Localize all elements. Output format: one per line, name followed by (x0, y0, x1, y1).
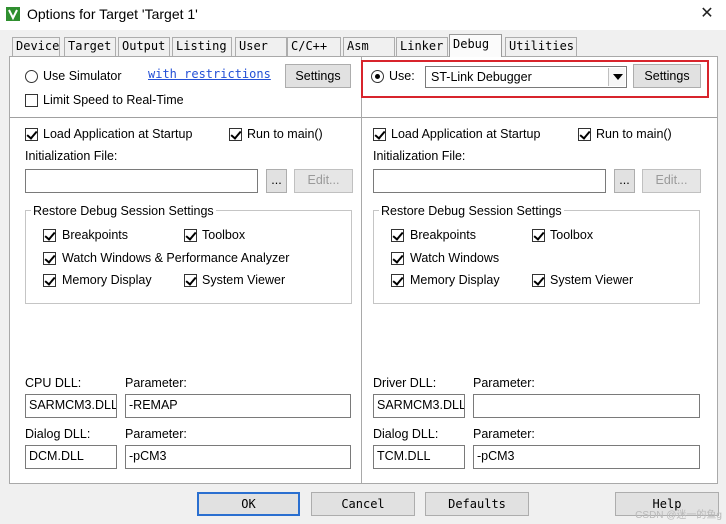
left-init-file-input[interactable] (25, 169, 258, 193)
driver-dll-label: Driver DLL: (373, 376, 437, 390)
right-dialog-param-input[interactable]: -pCM3 (473, 445, 700, 469)
cpu-param-input[interactable]: -REMAP (125, 394, 351, 418)
cpu-dll-input[interactable]: SARMCM3.DLL (25, 394, 117, 418)
use-simulator-radio[interactable] (25, 70, 38, 83)
driver-param-input[interactable] (473, 394, 700, 418)
tab-c-cpp[interactable]: C/C++ (287, 37, 341, 56)
left-run-to-main-label: Run to main() (247, 127, 323, 141)
right-run-to-main-label: Run to main() (596, 127, 672, 141)
tab-user[interactable]: User (235, 37, 287, 56)
right-toolbox-checkbox[interactable] (532, 229, 545, 242)
left-toolbox-label: Toolbox (202, 228, 246, 242)
right-load-app-checkbox[interactable] (373, 128, 386, 141)
right-system-viewer-label: System Viewer (550, 273, 634, 287)
tab-listing[interactable]: Listing (172, 37, 232, 56)
tab-linker[interactable]: Linker (396, 37, 448, 56)
left-watch-windows-checkbox[interactable] (43, 252, 56, 265)
driver-dll-input[interactable]: SARMCM3.DLL (373, 394, 465, 418)
with-restrictions-link[interactable]: with restrictions (148, 67, 271, 81)
right-memory-display-label: Memory Display (410, 273, 500, 287)
right-init-file-input[interactable] (373, 169, 606, 193)
right-toolbox-label: Toolbox (550, 228, 594, 242)
cpu-param-label: Parameter: (125, 376, 187, 390)
right-init-browse-button[interactable]: ... (614, 169, 635, 193)
right-run-to-main-checkbox[interactable] (578, 128, 591, 141)
simulator-settings-button[interactable]: Settings (285, 64, 351, 88)
watermark: CSDN @迷一的鱼g (635, 510, 722, 521)
limit-speed-label: Limit Speed to Real-Time (43, 93, 184, 107)
left-init-edit-button[interactable]: Edit... (294, 169, 353, 193)
right-memory-display-checkbox[interactable] (391, 274, 404, 287)
close-icon[interactable]: ✕ (694, 2, 720, 26)
left-load-app-checkbox[interactable] (25, 128, 38, 141)
cancel-button[interactable]: Cancel (311, 492, 415, 516)
right-dialog-param-label: Parameter: (473, 427, 535, 441)
left-memory-display-label: Memory Display (62, 273, 152, 287)
left-dialog-dll-label: Dialog DLL: (25, 427, 91, 441)
limit-speed-checkbox[interactable] (25, 94, 38, 107)
left-system-viewer-checkbox[interactable] (184, 274, 197, 287)
tab-output[interactable]: Output (118, 37, 170, 56)
left-restore-group-label: Restore Debug Session Settings (31, 204, 216, 218)
left-separator-highlight (10, 118, 361, 119)
right-dialog-dll-label: Dialog DLL: (373, 427, 439, 441)
right-separator-highlight (362, 118, 717, 119)
left-dialog-param-label: Parameter: (125, 427, 187, 441)
right-restore-group-label: Restore Debug Session Settings (379, 204, 564, 218)
right-init-edit-button[interactable]: Edit... (642, 169, 701, 193)
use-simulator-label: Use Simulator (43, 69, 122, 83)
highlight-box (361, 60, 709, 98)
left-watch-windows-label: Watch Windows & Performance Analyzer (62, 251, 290, 265)
left-init-browse-button[interactable]: ... (266, 169, 287, 193)
driver-param-label: Parameter: (473, 376, 535, 390)
left-load-app-label: Load Application at Startup (43, 127, 193, 141)
left-breakpoints-label: Breakpoints (62, 228, 129, 242)
defaults-button[interactable]: Defaults (425, 492, 529, 516)
keil-app-icon (6, 7, 20, 21)
left-dialog-dll-input[interactable]: DCM.DLL (25, 445, 117, 469)
right-watch-windows-label: Watch Windows (410, 251, 500, 265)
panel-divider (361, 57, 362, 483)
right-breakpoints-label: Breakpoints (410, 228, 477, 242)
tab-debug[interactable]: Debug (449, 34, 502, 57)
cpu-dll-label: CPU DLL: (25, 376, 82, 390)
left-run-to-main-checkbox[interactable] (229, 128, 242, 141)
left-system-viewer-label: System Viewer (202, 273, 286, 287)
tab-asm[interactable]: Asm (343, 37, 395, 56)
left-breakpoints-checkbox[interactable] (43, 229, 56, 242)
right-system-viewer-checkbox[interactable] (532, 274, 545, 287)
ok-button[interactable]: OK (197, 492, 300, 516)
tab-device[interactable]: Device (12, 37, 60, 56)
tab-target[interactable]: Target (64, 37, 116, 56)
left-memory-display-checkbox[interactable] (43, 274, 56, 287)
right-load-app-label: Load Application at Startup (391, 127, 541, 141)
left-init-file-label: Initialization File: (25, 149, 118, 163)
right-init-file-label: Initialization File: (373, 149, 466, 163)
left-dialog-param-input[interactable]: -pCM3 (125, 445, 351, 469)
left-toolbox-checkbox[interactable] (184, 229, 197, 242)
tab-utilities[interactable]: Utilities (505, 37, 577, 56)
window-title: Options for Target 'Target 1' (27, 6, 198, 22)
right-watch-windows-checkbox[interactable] (391, 252, 404, 265)
right-breakpoints-checkbox[interactable] (391, 229, 404, 242)
right-dialog-dll-input[interactable]: TCM.DLL (373, 445, 465, 469)
